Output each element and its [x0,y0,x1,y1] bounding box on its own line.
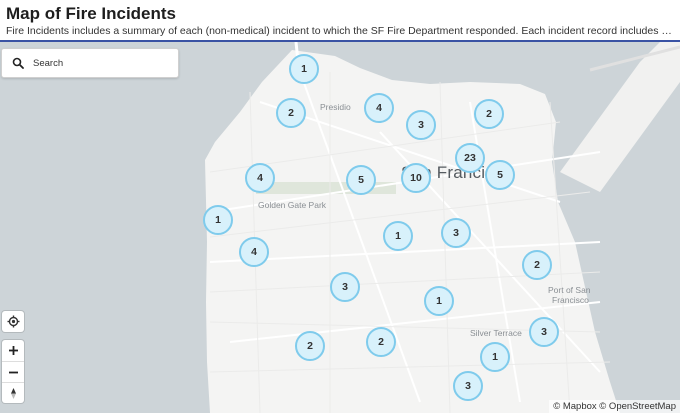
incident-cluster-marker[interactable]: 10 [401,163,431,193]
incident-cluster-marker[interactable]: 1 [203,205,233,235]
zoom-in-button[interactable] [2,340,24,361]
place-label-francisco: Francisco [552,295,589,305]
map-canvas[interactable]: Presidio Golden Gate Park Port of San Fr… [0,42,680,413]
incident-cluster-marker[interactable]: 2 [276,98,306,128]
incident-cluster-marker[interactable]: 3 [529,317,559,347]
place-label-port-of-san: Port of San [548,285,591,295]
compass-icon [10,387,16,399]
map-basemap [0,42,680,413]
page-header: Map of Fire Incidents Fire Incidents inc… [0,0,680,42]
incident-cluster-marker[interactable]: 3 [406,110,436,140]
incident-cluster-marker[interactable]: 2 [474,99,504,129]
incident-cluster-marker[interactable]: 2 [522,250,552,280]
incident-cluster-marker[interactable]: 4 [239,237,269,267]
plus-icon [8,346,18,355]
page-title: Map of Fire Incidents [6,4,177,23]
crosshair-icon [7,315,19,328]
incident-cluster-marker[interactable]: 3 [441,218,471,248]
incident-cluster-marker[interactable]: 1 [424,286,454,316]
incident-cluster-marker[interactable]: 2 [295,331,325,361]
incident-cluster-marker[interactable]: 4 [245,163,275,193]
incident-cluster-marker[interactable]: 23 [455,143,485,173]
reset-bearing-button[interactable] [2,382,24,403]
search-icon [12,57,24,69]
geolocate-button[interactable] [2,311,24,332]
zoom-out-button[interactable] [2,361,24,382]
zoom-control [2,340,24,403]
incident-cluster-marker[interactable]: 1 [383,221,413,251]
incident-cluster-marker[interactable]: 5 [485,160,515,190]
place-label-silver-terrace: Silver Terrace [470,328,522,338]
minus-icon [8,371,18,373]
place-label-presidio: Presidio [320,102,351,112]
incident-cluster-marker[interactable]: 2 [366,327,396,357]
search-input[interactable] [33,57,173,69]
search-box[interactable] [1,48,179,78]
map-attribution[interactable]: © Mapbox © OpenStreetMap [549,400,680,413]
incident-cluster-marker[interactable]: 1 [480,342,510,372]
incident-cluster-marker[interactable]: 4 [364,93,394,123]
place-label-golden-gate-park: Golden Gate Park [258,200,327,210]
incident-cluster-marker[interactable]: 3 [330,272,360,302]
page-description: Fire Incidents includes a summary of eac… [6,25,674,37]
incident-cluster-marker[interactable]: 1 [289,54,319,84]
incident-cluster-marker[interactable]: 5 [346,165,376,195]
incident-cluster-marker[interactable]: 3 [453,371,483,401]
geolocate-control [2,311,24,332]
